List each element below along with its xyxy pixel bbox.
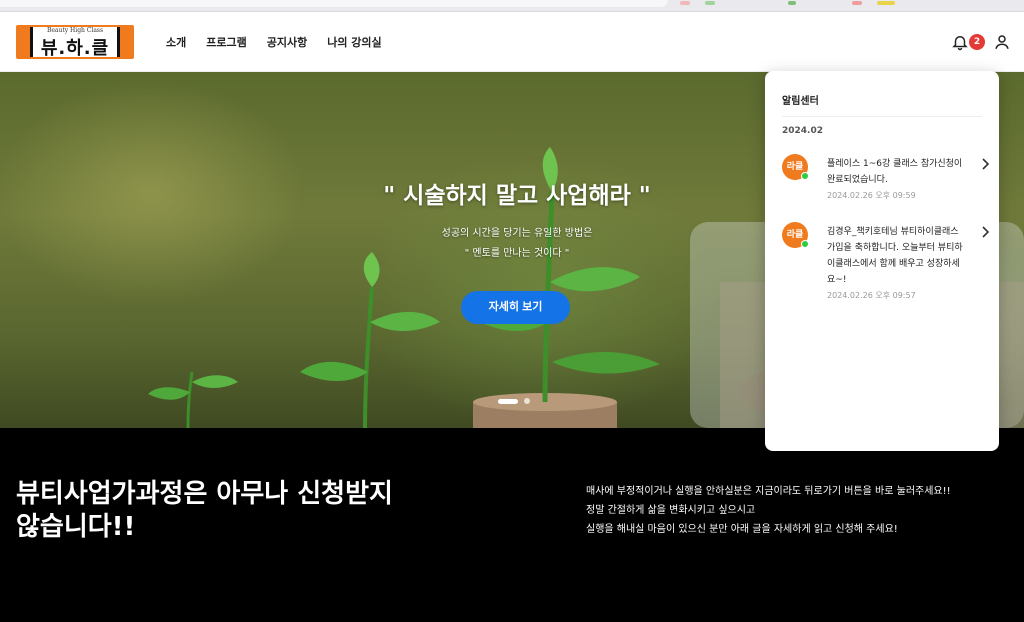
slider-pagination — [498, 398, 530, 404]
divider — [782, 116, 982, 117]
description-line-3: 실행을 해내실 마음이 있으신 분만 아래 글을 자세하게 읽고 신청해 주세요… — [586, 524, 898, 535]
slide-dot-2[interactable] — [524, 398, 530, 404]
avatar-label: 라클 — [786, 230, 804, 240]
logo-text: 뷰.하.클 — [40, 38, 110, 59]
extension-icon[interactable] — [705, 1, 715, 5]
notification-message: 플레이스 1~6강 클래스 참가신청이 완료되었습니다. — [827, 159, 963, 185]
nav-item-program[interactable]: 프로그램 — [206, 34, 246, 50]
nav-item-intro[interactable]: 소개 — [166, 34, 186, 50]
learn-more-button[interactable]: 자세히 보기 — [461, 291, 570, 324]
nav-item-my-classroom[interactable]: 나의 강의실 — [327, 34, 381, 50]
avatar: 라클 — [782, 222, 809, 248]
extension-icon[interactable] — [680, 1, 690, 5]
avatar-label: 라클 — [786, 162, 804, 172]
main-nav: 소개 프로그램 공지사항 나의 강의실 — [166, 12, 382, 72]
notification-panel-title: 알림센터 — [782, 96, 819, 107]
extension-icon[interactable] — [852, 1, 862, 5]
slide-dot-1[interactable] — [498, 398, 518, 404]
notification-panel: 알림센터 2024.02 라클 플레이스 1~6강 클래스 참가신청이 완료되었… — [765, 71, 999, 451]
logo-tagline: Beauty High Class — [46, 27, 104, 34]
notification-month-label: 2024.02 — [782, 126, 823, 136]
section-heading-line-2: 않습니다!! — [16, 512, 136, 542]
site-logo[interactable]: Beauty High Class 뷰.하.클 — [16, 25, 134, 59]
description-line-1: 매사에 부정적이거나 실행을 안하실분은 지금이라도 뒤로가기 버튼을 바로 눌… — [586, 486, 951, 497]
online-indicator — [801, 172, 809, 180]
section-heading: 뷰티사업가과정은 아무나 신청받지 않습니다!! — [16, 478, 393, 544]
notification-message: 김경우_책키호테님 뷰티하이클래스 가입을 축하합니다. 오늘부터 뷰티하이클래… — [827, 227, 963, 285]
user-icon[interactable] — [993, 33, 1011, 51]
extension-icon[interactable] — [788, 1, 796, 5]
address-bar[interactable] — [0, 0, 668, 7]
description-line-2: 정말 간절하게 삶을 변화시키고 싶으시고 — [586, 505, 756, 516]
logo-plate: Beauty High Class 뷰.하.클 — [30, 27, 120, 59]
notification-count-badge: 2 — [969, 34, 985, 50]
section-heading-line-1: 뷰티사업가과정은 아무나 신청받지 — [16, 479, 393, 509]
notification-item[interactable]: 라클 플레이스 1~6강 클래스 참가신청이 완료되었습니다. 2024.02.… — [782, 154, 992, 204]
browser-toolbar-strip — [0, 0, 1024, 12]
extension-icon[interactable] — [877, 1, 895, 5]
notification-item[interactable]: 라클 김경우_책키호테님 뷰티하이클래스 가입을 축하합니다. 오늘부터 뷰티하… — [782, 222, 992, 302]
online-indicator — [801, 240, 809, 248]
notification-time: 2024.02.26 오후 09:59 — [827, 191, 916, 200]
nav-item-notice[interactable]: 공지사항 — [267, 34, 307, 50]
bell-icon[interactable] — [951, 33, 969, 51]
chevron-right-icon[interactable] — [980, 226, 990, 238]
avatar: 라클 — [782, 154, 809, 180]
chevron-right-icon[interactable] — [980, 158, 990, 170]
section-description: 매사에 부정적이거나 실행을 안하실분은 지금이라도 뒤로가기 버튼을 바로 눌… — [586, 482, 951, 539]
site-header: Beauty High Class 뷰.하.클 소개 프로그램 공지사항 나의 … — [0, 12, 1024, 72]
notification-time: 2024.02.26 오후 09:57 — [827, 291, 916, 300]
